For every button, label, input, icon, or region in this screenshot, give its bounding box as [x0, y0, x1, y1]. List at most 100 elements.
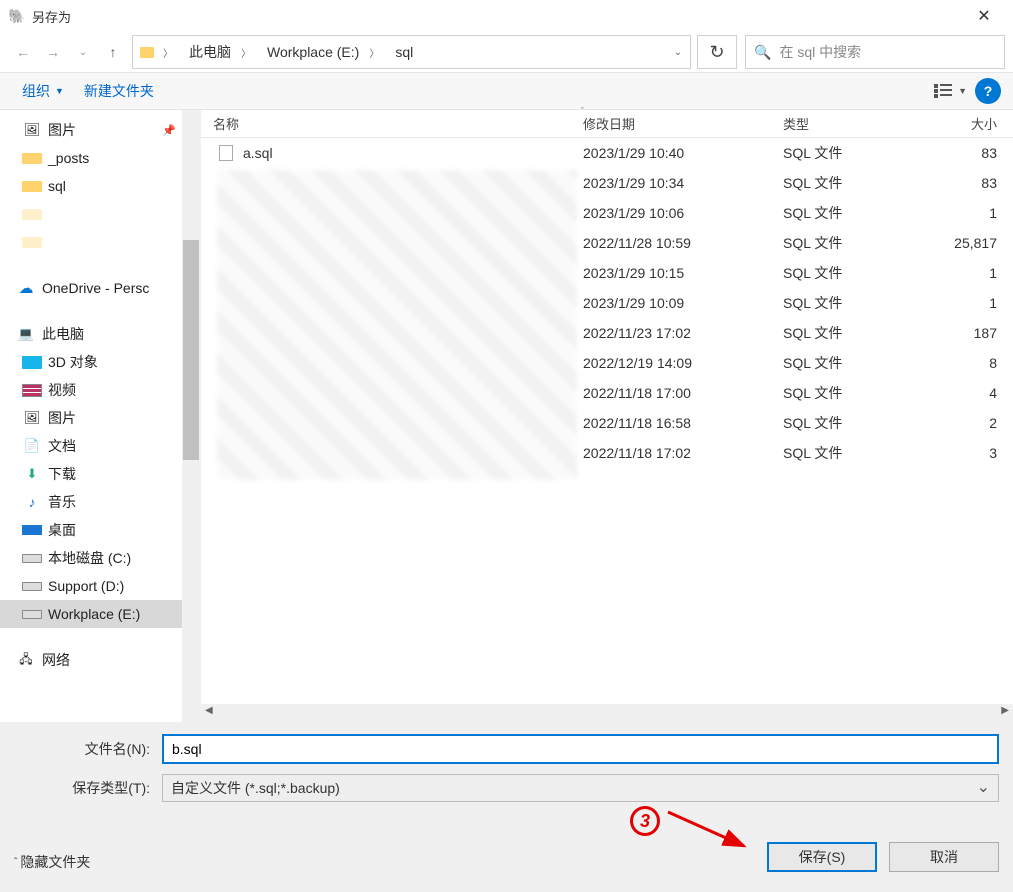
- file-size: 83: [931, 145, 1001, 161]
- sidebar-item[interactable]: 图片📌: [0, 116, 200, 144]
- recent-dropdown[interactable]: ⌄: [68, 37, 98, 67]
- file-date: 2022/12/19 14:09: [571, 355, 771, 371]
- file-row[interactable]: a.sql2023/1/29 10:40SQL 文件83: [201, 138, 1013, 168]
- column-name[interactable]: 名称: [201, 114, 571, 133]
- file-type: SQL 文件: [771, 293, 931, 313]
- column-type[interactable]: 类型: [771, 114, 931, 133]
- up-button[interactable]: ↑: [98, 37, 128, 67]
- sidebar-item[interactable]: 3D 对象: [0, 348, 200, 376]
- savetype-select[interactable]: 自定义文件 (*.sql;*.backup): [162, 774, 999, 802]
- sidebar-item[interactable]: 下载: [0, 460, 200, 488]
- sidebar-item-label: 网络: [42, 650, 70, 670]
- folder-icon: [133, 47, 157, 58]
- breadcrumb-item[interactable]: sql: [385, 44, 417, 60]
- file-date: 2023/1/29 10:34: [571, 175, 771, 191]
- back-button[interactable]: ←: [8, 37, 38, 67]
- file-type: SQL 文件: [771, 323, 931, 343]
- sidebar-item[interactable]: [0, 228, 200, 256]
- app-icon: [8, 7, 26, 25]
- music-icon: [22, 494, 42, 510]
- column-date[interactable]: 修改日期: [571, 114, 771, 133]
- forward-button[interactable]: →: [38, 37, 68, 67]
- close-button[interactable]: ✕: [961, 1, 1007, 31]
- file-date: 2022/11/23 17:02: [571, 325, 771, 341]
- search-input[interactable]: 🔍 在 sql 中搜索: [745, 35, 1005, 69]
- sidebar-item[interactable]: 文档: [0, 432, 200, 460]
- sidebar-item[interactable]: 音乐: [0, 488, 200, 516]
- sidebar-item[interactable]: sql: [0, 172, 200, 200]
- view-switcher[interactable]: ▼: [934, 84, 967, 98]
- sidebar-item-label: _posts: [48, 150, 89, 166]
- horizontal-scrollbar[interactable]: [201, 704, 1013, 722]
- file-date: 2022/11/28 10:59: [571, 235, 771, 251]
- sidebar-item[interactable]: 此电脑: [0, 320, 200, 348]
- pc-icon: [16, 326, 36, 342]
- save-button[interactable]: 保存(S): [767, 842, 877, 872]
- column-size[interactable]: 大小: [931, 114, 1001, 133]
- file-list-header[interactable]: ˆ 名称 修改日期 类型 大小: [201, 110, 1013, 138]
- breadcrumb-item[interactable]: 此电脑: [179, 42, 235, 62]
- file-size: 3: [931, 445, 1001, 461]
- help-button[interactable]: ?: [975, 78, 1001, 104]
- sidebar-item[interactable]: 视频: [0, 376, 200, 404]
- sidebar-scrollbar[interactable]: [182, 110, 200, 722]
- filename-input[interactable]: [162, 734, 999, 764]
- drive-icon: [22, 610, 42, 619]
- organize-label: 组织: [22, 81, 50, 101]
- file-date: 2023/1/29 10:09: [571, 295, 771, 311]
- sidebar-item[interactable]: 桌面: [0, 516, 200, 544]
- new-folder-button[interactable]: 新建文件夹: [74, 77, 164, 105]
- img-icon: [22, 122, 42, 138]
- chevron-right-icon: 〉: [235, 45, 257, 60]
- file-type: SQL 文件: [771, 143, 931, 163]
- sidebar-item[interactable]: Support (D:): [0, 572, 200, 600]
- toolbar: 组织 ▼ 新建文件夹 ▼ ?: [0, 72, 1013, 110]
- sidebar-item[interactable]: 网络: [0, 646, 200, 674]
- file-type: SQL 文件: [771, 233, 931, 253]
- file-size: 1: [931, 265, 1001, 281]
- folder-blank-icon: [22, 237, 42, 248]
- sidebar-item[interactable]: OneDrive - Persc: [0, 274, 200, 302]
- sidebar-item[interactable]: 本地磁盘 (C:): [0, 544, 200, 572]
- sidebar-item[interactable]: 图片: [0, 404, 200, 432]
- folder-y-icon: [22, 181, 42, 192]
- sidebar-item-label: 此电脑: [42, 324, 84, 344]
- file-size: 1: [931, 295, 1001, 311]
- file-size: 83: [931, 175, 1001, 191]
- drive-icon: [22, 554, 42, 563]
- file-date: 2023/1/29 10:06: [571, 205, 771, 221]
- scrollbar-thumb[interactable]: [183, 240, 199, 460]
- sidebar-item[interactable]: Workplace (E:): [0, 600, 200, 628]
- onedrive-icon: [16, 279, 36, 297]
- sidebar-item-label: Workplace (E:): [48, 606, 140, 622]
- sidebar-item-label: 本地磁盘 (C:): [48, 548, 131, 568]
- search-icon: 🔍: [754, 44, 771, 61]
- cancel-button[interactable]: 取消: [889, 842, 999, 872]
- file-type: SQL 文件: [771, 263, 931, 283]
- refresh-button[interactable]: ↻: [697, 35, 737, 69]
- sidebar-item[interactable]: [0, 200, 200, 228]
- sidebar-item-label: 3D 对象: [48, 352, 98, 372]
- file-type: SQL 文件: [771, 413, 931, 433]
- file-type: SQL 文件: [771, 173, 931, 193]
- sidebar-item-label: 文档: [48, 436, 76, 456]
- net-icon: [16, 650, 36, 671]
- doc-icon: [22, 438, 42, 454]
- file-date: 2022/11/18 17:00: [571, 385, 771, 401]
- hide-folders-label: 隐藏文件夹: [20, 852, 90, 872]
- sidebar-item-label: 音乐: [48, 492, 76, 512]
- breadcrumb-item[interactable]: Workplace (E:): [257, 44, 363, 60]
- breadcrumb-dropdown[interactable]: ⌄: [666, 47, 690, 58]
- folder-y-icon: [22, 153, 42, 164]
- file-name: a.sql: [243, 145, 273, 161]
- chevron-right-icon: 〉: [157, 45, 179, 60]
- new-folder-label: 新建文件夹: [84, 81, 154, 101]
- breadcrumb[interactable]: 〉 此电脑 〉 Workplace (E:) 〉 sql ⌄: [132, 35, 691, 69]
- sidebar-item[interactable]: _posts: [0, 144, 200, 172]
- hide-folders-toggle[interactable]: ˆ 隐藏文件夹: [14, 852, 90, 872]
- organize-button[interactable]: 组织 ▼: [12, 77, 74, 105]
- annotation-circle: 3: [630, 806, 660, 836]
- sidebar-item-label: 图片: [48, 120, 76, 140]
- sidebar-item-label: 视频: [48, 380, 76, 400]
- sidebar-item-label: OneDrive - Persc: [42, 280, 149, 296]
